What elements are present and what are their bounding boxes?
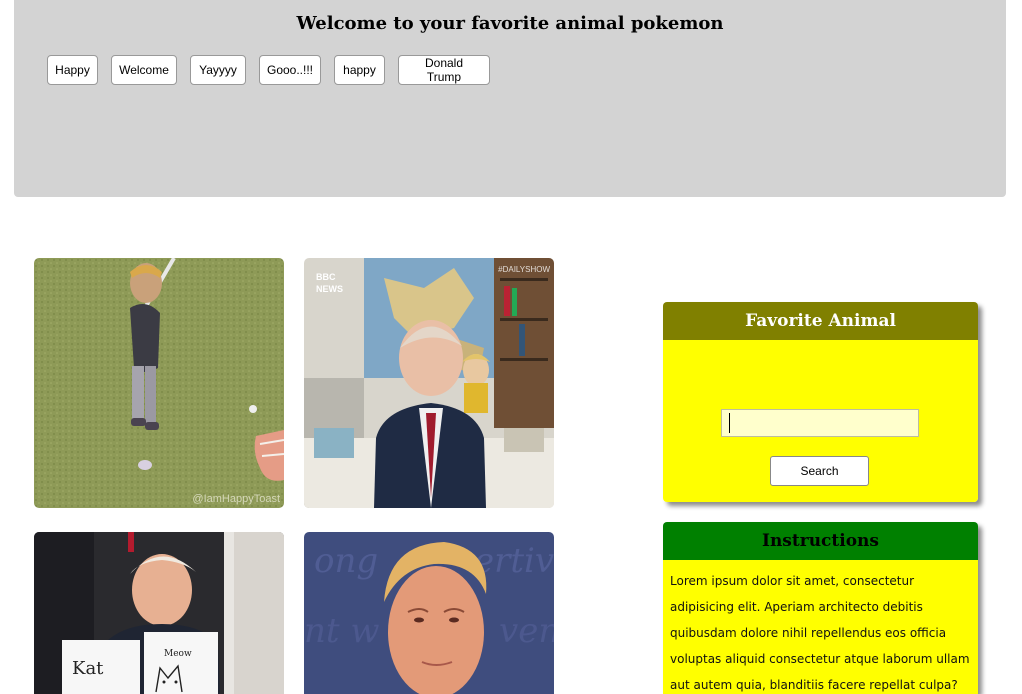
gif-debate-closeup: ong ertiv nt w ven (304, 532, 554, 694)
svg-text:ven: ven (499, 611, 554, 651)
gif2-logo-news: NEWS (316, 284, 343, 294)
instructions-title: Instructions (663, 522, 978, 560)
gif1-watermark: @IamHappyToast (192, 493, 280, 505)
gif2-hashtag: #DAILYSHOW (498, 265, 550, 274)
gif2-logo-bbc: BBC (316, 272, 336, 282)
donald-trump-button[interactable]: Donald Trump (398, 55, 490, 85)
page-title: Welcome to your favorite animal pokemon (296, 13, 724, 34)
happy-lowercase-button[interactable]: happy (334, 55, 385, 85)
animal-search-input[interactable] (721, 409, 919, 437)
gif-golf-swing: @IamHappyToast (34, 258, 284, 508)
gif3-sign-meow: Meow (164, 649, 192, 659)
instructions-card: Instructions Lorem ipsum dolor sit amet,… (663, 522, 978, 694)
mood-button-row: Happy Welcome Yayyyy Gooo..!!! happy Don… (47, 55, 503, 85)
favorite-animal-title: Favorite Animal (663, 302, 978, 340)
search-button[interactable]: Search (770, 456, 869, 486)
yayyyy-button[interactable]: Yayyyy (190, 55, 246, 85)
welcome-button[interactable]: Welcome (111, 55, 177, 85)
svg-text:ong: ong (314, 541, 378, 581)
gif-drawing-sign: Kat Meow (34, 532, 284, 694)
svg-text:ertiv: ertiv (474, 541, 554, 581)
favorite-animal-body: Search (663, 340, 978, 502)
instructions-body: Lorem ipsum dolor sit amet, consectetur … (663, 560, 978, 694)
happy-button[interactable]: Happy (47, 55, 98, 85)
text-caret (729, 413, 730, 433)
svg-text:nt w: nt w (304, 611, 379, 651)
gooo-button[interactable]: Gooo..!!! (259, 55, 321, 85)
favorite-animal-card: Favorite Animal Search (663, 302, 978, 502)
gif3-sign-kat: Kat (72, 658, 104, 679)
header-banner: Welcome to your favorite animal pokemon … (14, 0, 1006, 197)
instructions-text: Lorem ipsum dolor sit amet, consectetur … (670, 574, 970, 692)
gif-bbc-interview: BBC NEWS #DAILYSHOW (304, 258, 554, 508)
